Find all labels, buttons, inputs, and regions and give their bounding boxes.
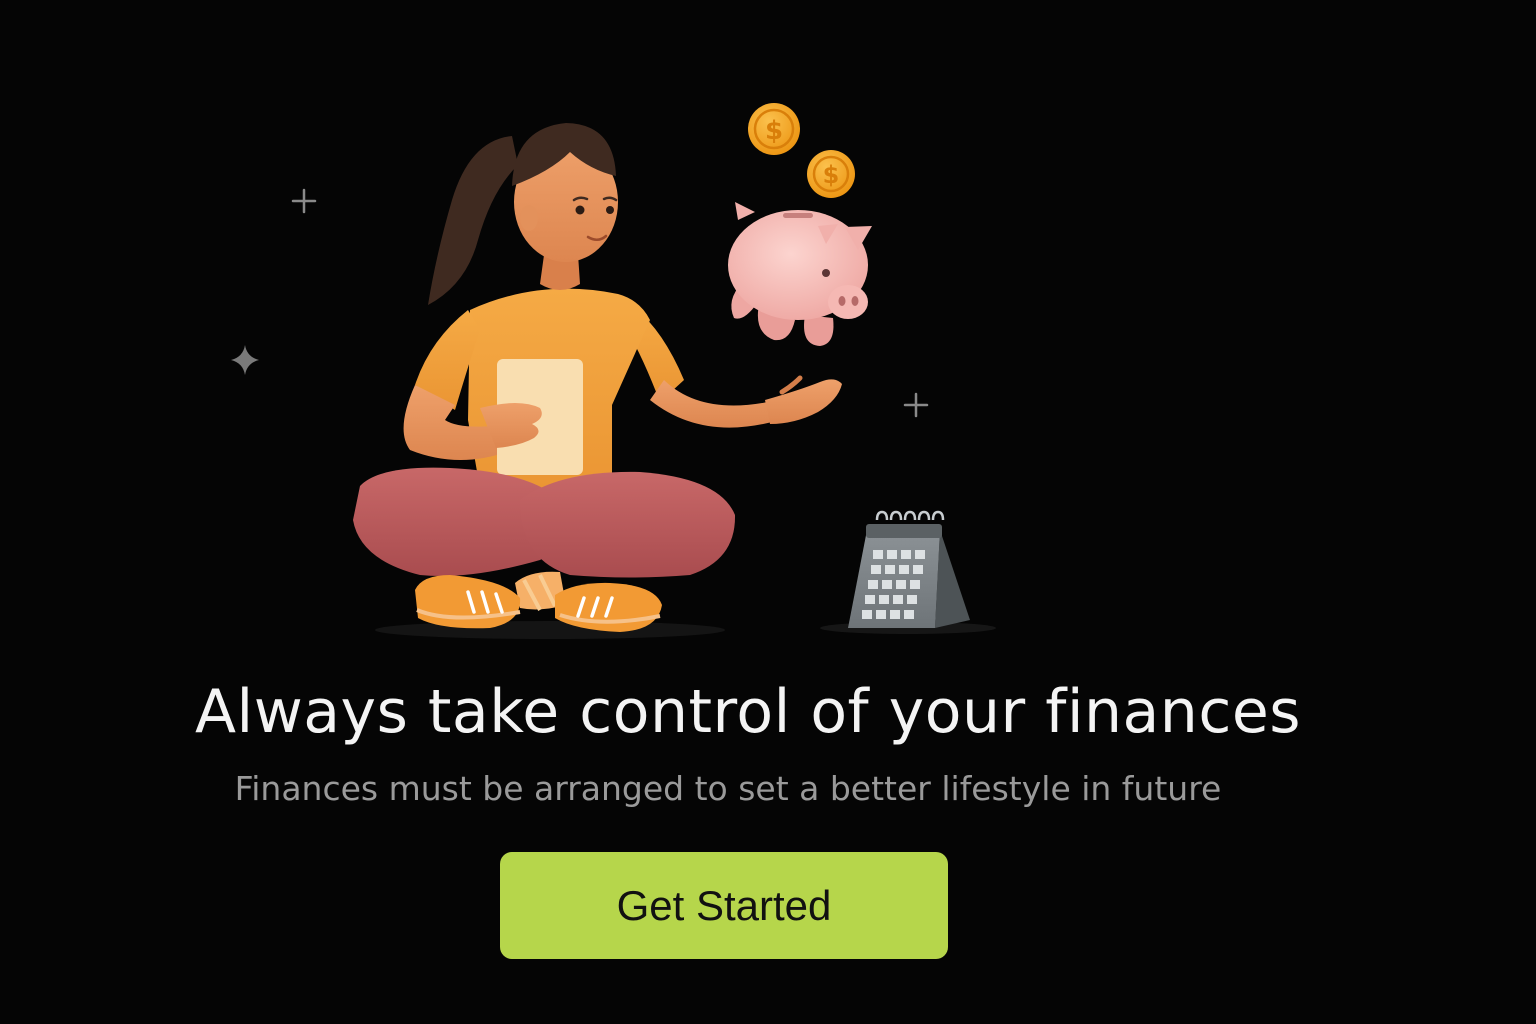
svg-text:$: $ <box>765 116 783 146</box>
sparkle-icon <box>231 345 259 375</box>
onboarding-screen: $ $ Always take control of your finances… <box>0 0 1536 1024</box>
finance-illustration: $ $ <box>231 103 996 639</box>
woman-shadow <box>375 621 725 639</box>
coin-icon: $ <box>748 103 800 155</box>
sparkle-icon <box>291 188 317 214</box>
get-started-button[interactable]: Get Started <box>500 852 948 959</box>
woman-sitting <box>353 123 842 632</box>
page-title: Always take control of your finances <box>195 677 1301 747</box>
piggy-bank <box>728 202 872 346</box>
sparkle-icon <box>903 392 929 418</box>
svg-text:$: $ <box>823 161 840 189</box>
calendar-icon <box>848 510 970 628</box>
coin-icon: $ <box>807 150 855 198</box>
page-subtitle: Finances must be arranged to set a bette… <box>234 769 1222 808</box>
